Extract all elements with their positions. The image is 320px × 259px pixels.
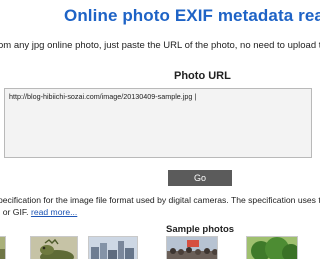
exif-description-line2-text: , or GIF. <box>0 207 31 217</box>
photo-url-value: http://blog-hibiichi-sozai.com/image/201… <box>9 92 197 101</box>
lizard-photo-icon <box>31 237 77 259</box>
exif-description-line2: , or GIF. read more... <box>0 207 77 217</box>
sample-photos-heading: Sample photos <box>166 224 235 235</box>
exif-description-line1: pecification for the image file format u… <box>0 195 320 205</box>
page-title: Online photo EXIF metadata reader <box>64 6 320 25</box>
go-button[interactable]: Go <box>168 170 232 186</box>
page: Online photo EXIF metadata reader om any… <box>0 0 320 259</box>
photo-url-label: Photo URL <box>174 70 231 82</box>
lizard-photo-icon <box>0 237 5 259</box>
tree-photo-icon <box>247 237 297 259</box>
sample-photo-thumb-3[interactable] <box>88 236 138 259</box>
intro-text: om any jpg online photo, just paste the … <box>0 40 320 51</box>
sample-photo-thumb-2[interactable] <box>30 236 78 259</box>
sample-photo-thumb-1[interactable] <box>0 236 6 259</box>
sample-photo-thumb-4[interactable] <box>166 236 218 259</box>
read-more-link[interactable]: read more... <box>31 207 77 217</box>
photo-url-input[interactable]: http://blog-hibiichi-sozai.com/image/201… <box>4 88 312 158</box>
sample-photo-thumb-5[interactable] <box>246 236 298 259</box>
city-photo-icon <box>89 237 137 259</box>
crowd-photo-icon <box>167 237 217 259</box>
